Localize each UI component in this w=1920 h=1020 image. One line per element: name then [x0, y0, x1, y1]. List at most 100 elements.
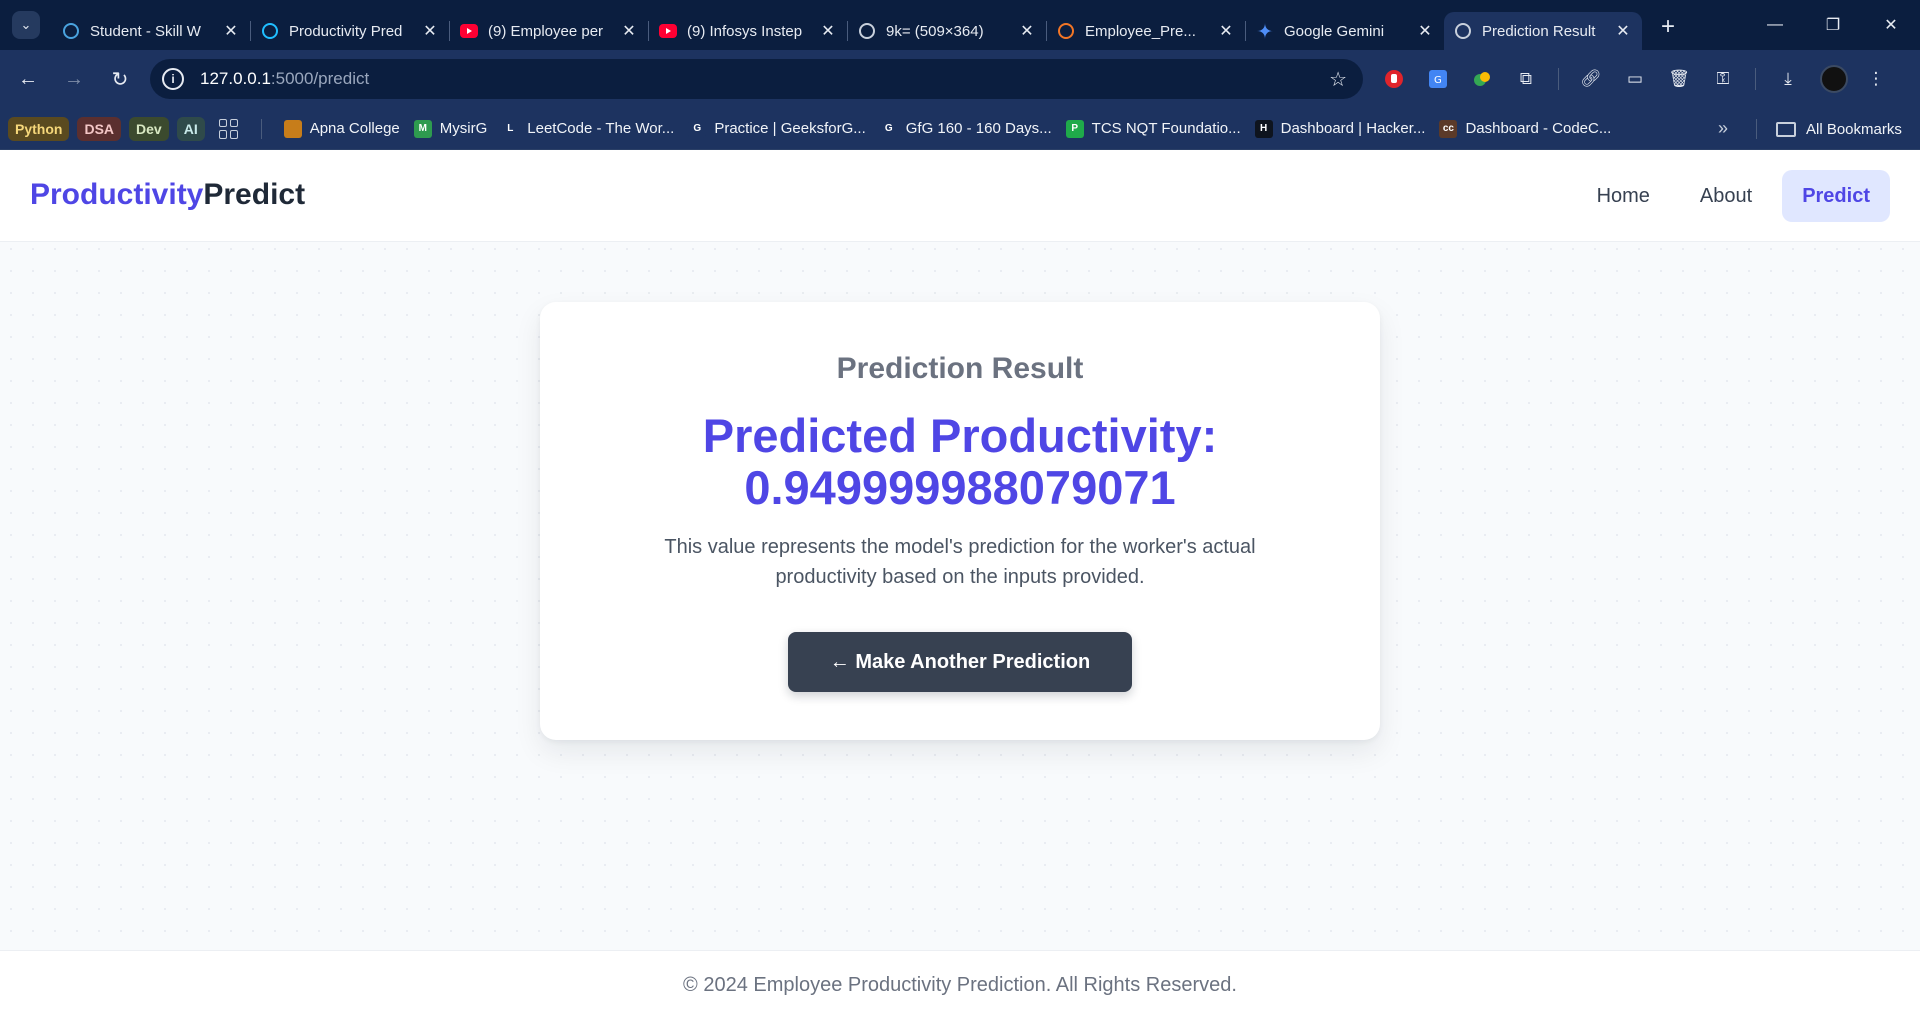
all-bookmarks-label: All Bookmarks [1806, 120, 1902, 138]
tab-close-icon[interactable]: ✕ [1614, 22, 1632, 40]
jupyter-icon [1057, 22, 1075, 40]
nav-link-predict[interactable]: Predict [1782, 170, 1890, 222]
bookmark-star-icon[interactable]: ☆ [1329, 67, 1347, 92]
browser-tab[interactable]: (9) Employee per ✕ [450, 12, 648, 50]
tab-title: (9) Employee per [488, 22, 604, 40]
bookmark-label: Dashboard | Hacker... [1280, 120, 1426, 137]
restore-icon[interactable]: ❐ [1804, 0, 1862, 50]
profile-avatar[interactable] [1820, 65, 1848, 93]
new-tab-button[interactable]: + [1652, 11, 1684, 43]
devices-icon[interactable]: ▭ [1623, 67, 1647, 91]
tab-close-icon[interactable]: ✕ [819, 22, 837, 40]
minimize-icon[interactable]: — [1746, 0, 1804, 50]
tab-close-icon[interactable]: ✕ [1217, 22, 1235, 40]
more-bookmarks-icon[interactable]: » [1718, 118, 1728, 139]
result-card: Prediction Result Predicted Productivity… [540, 302, 1380, 740]
bookmark-favicon-icon: P [1065, 119, 1084, 138]
browser-tab[interactable]: Student - Skill W ✕ [52, 12, 250, 50]
result-heading: Prediction Result [836, 352, 1084, 385]
adblock-extension-icon[interactable] [1382, 67, 1406, 91]
folder-icon [1776, 121, 1796, 137]
extensions-area: G ⧉ 🔗︎ ▭ 🗑︎ ⚿ ⤓ ⋮ [1382, 50, 1908, 108]
address-bar[interactable]: i 127.0.0.1:5000/predict ☆ [150, 59, 1363, 99]
browser-tab[interactable]: 9k= (509×364) ✕ [848, 12, 1046, 50]
url-text[interactable]: 127.0.0.1:5000/predict [200, 69, 369, 89]
download-icon[interactable]: ⤓ [1776, 67, 1800, 91]
bookmark-item[interactable]: cc Dashboard - CodeC... [1439, 119, 1612, 138]
bookmark-group-chip[interactable]: DSA [77, 116, 122, 141]
bookmark-item[interactable]: L LeetCode - The Wor... [501, 119, 675, 138]
browser-tab-bar: ⌄ Student - Skill W ✕ Productivity Pred ✕ (9… [0, 0, 1920, 50]
toolbar-divider [1558, 68, 1559, 90]
prediction-label: Predicted Productivity: [702, 409, 1218, 462]
forward-arrow-icon[interactable]: → [56, 61, 92, 97]
bookmark-label: MysirG [439, 120, 488, 137]
brand-text: Predict [203, 178, 306, 211]
close-window-icon[interactable]: ✕ [1862, 0, 1920, 50]
browser-tab[interactable]: Employee_Pre... ✕ [1047, 12, 1245, 50]
bookmark-favicon-icon: M [413, 119, 432, 138]
tab-close-icon[interactable]: ✕ [1416, 22, 1434, 40]
url-path: :5000/predict [270, 69, 370, 88]
password-key-icon[interactable]: ⚿ [1711, 67, 1735, 91]
gemini-icon [1256, 22, 1274, 40]
browser-tab[interactable]: Productivity Pred ✕ [251, 12, 449, 50]
bookmark-divider [260, 118, 262, 139]
svg-text:G: G [1434, 75, 1442, 86]
browser-tab[interactable]: (9) Infosys Instep ✕ [649, 12, 847, 50]
bookmark-item[interactable]: G GfG 160 - 160 Days... [879, 119, 1052, 138]
browser-tab[interactable]: Google Gemini ✕ [1246, 12, 1444, 50]
reload-icon[interactable]: ↻ [102, 61, 138, 97]
nav-link-home[interactable]: Home [1577, 170, 1670, 222]
bookmark-list: Apna College M MysirG L LeetCode - The Wor..… [270, 119, 1612, 138]
tab-strip: Student - Skill W ✕ Productivity Pred ✕ (9) … [52, 0, 1642, 50]
bookmark-item[interactable]: M MysirG [413, 119, 488, 138]
bookmarks-bar: Python DSA Dev AI Apna College M MysirG L LeetC… [0, 108, 1920, 150]
puzzle-extensions-icon[interactable]: ⧉ [1514, 67, 1538, 91]
browser-tab[interactable]: Prediction Result ✕ [1444, 12, 1642, 50]
bookmark-label: Dashboard - CodeC... [1465, 120, 1612, 137]
site-footer: © 2024 Employee Productivity Prediction.… [0, 950, 1920, 1020]
result-description: This value represents the model's predic… [664, 536, 1256, 588]
bookmark-item[interactable]: H Dashboard | Hacker... [1254, 119, 1426, 138]
apps-grid-icon[interactable] [218, 118, 239, 139]
bookmark-group-chip[interactable]: Python [8, 116, 70, 141]
site-header: ProductivityPredict Home About Predict [0, 150, 1920, 242]
web-page: ProductivityPredict Home About Predict P… [0, 150, 1920, 1020]
translate-extension-icon[interactable]: G [1426, 67, 1450, 91]
bookmark-favicon-icon: cc [1439, 119, 1458, 138]
make-another-prediction-button[interactable]: ← Make Another Prediction [788, 632, 1132, 692]
more-menu-icon[interactable]: ⋮ [1864, 67, 1888, 91]
bookmark-item[interactable]: P TCS NQT Foundatio... [1065, 119, 1241, 138]
globe-icon [1454, 22, 1472, 40]
colorful-extension-icon[interactable] [1470, 67, 1494, 91]
nav-link-about[interactable]: About [1680, 170, 1772, 222]
bookmark-item[interactable]: G Practice | GeeksforG... [688, 119, 866, 138]
tab-close-icon[interactable]: ✕ [421, 22, 439, 40]
all-bookmarks-button[interactable]: All Bookmarks [1776, 108, 1902, 150]
bookmark-item[interactable]: Apna College [283, 119, 400, 138]
bookmark-divider [1756, 119, 1757, 139]
trash-icon[interactable]: 🗑︎ [1667, 67, 1691, 91]
link-icon[interactable]: 🔗︎ [1579, 67, 1603, 91]
youtube-icon [460, 22, 478, 40]
bookmark-label: Practice | GeeksforG... [714, 120, 866, 137]
site-info-icon[interactable]: i [162, 68, 184, 90]
back-arrow-icon[interactable]: ← [10, 61, 46, 97]
bookmark-favicon-icon: G [688, 119, 707, 138]
bookmark-label: TCS NQT Foundatio... [1091, 120, 1241, 137]
bookmark-group-chip[interactable]: AI [176, 116, 205, 141]
predicted-productivity: Predicted Productivity: 0.94999998807907… [540, 410, 1380, 514]
prediction-value: 0.949999988079071 [744, 461, 1176, 514]
site-nav-menu: Home About Predict [1567, 170, 1890, 222]
bookmark-label: LeetCode - The Wor... [527, 120, 675, 137]
tab-search-button[interactable]: ⌄ [12, 11, 40, 39]
url-host: 127.0.0.1 [200, 69, 271, 88]
tab-close-icon[interactable]: ✕ [1018, 22, 1036, 40]
tab-close-icon[interactable]: ✕ [222, 22, 240, 40]
bookmark-group-chip[interactable]: Dev [129, 116, 169, 141]
site-logo[interactable]: ProductivityPredict [30, 178, 305, 212]
tab-close-icon[interactable]: ✕ [620, 22, 638, 40]
bookmark-favicon-icon: H [1254, 119, 1273, 138]
window-controls: — ❐ ✕ [1746, 0, 1920, 50]
